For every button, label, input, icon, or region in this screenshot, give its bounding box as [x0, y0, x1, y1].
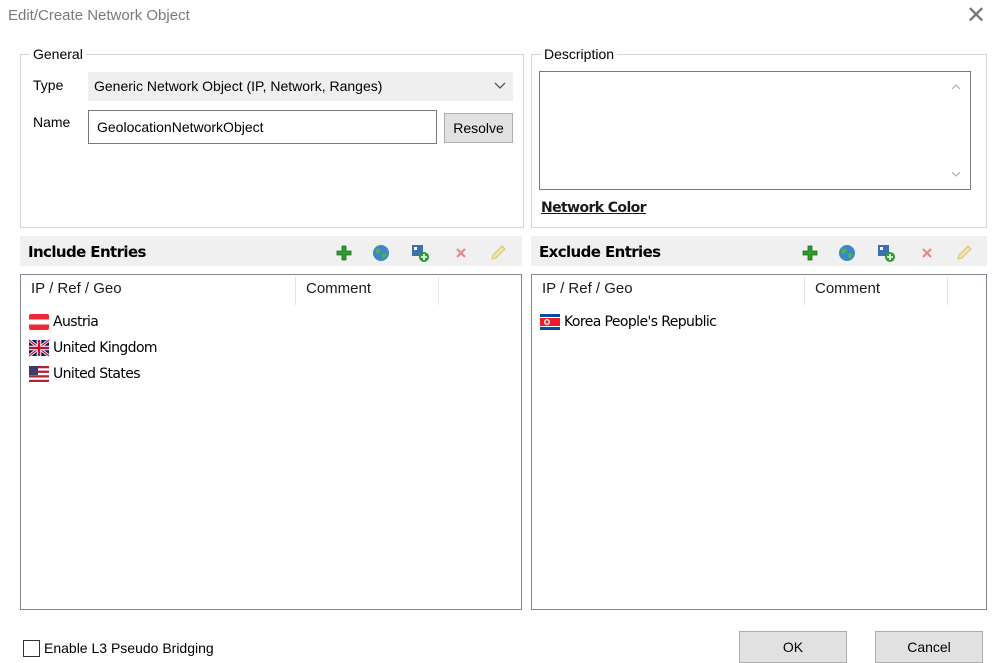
- delete-icon[interactable]: [451, 243, 471, 263]
- chevron-down-icon: [494, 82, 506, 89]
- uk-flag-icon: [28, 338, 50, 358]
- list-item[interactable]: United Kingdom: [28, 337, 158, 359]
- enable-l3-bridging-label[interactable]: Enable L3 Pseudo Bridging: [44, 640, 214, 656]
- add-object-icon[interactable]: [410, 243, 430, 263]
- globe-icon[interactable]: [837, 243, 857, 263]
- scroll-up-icon[interactable]: [951, 82, 961, 92]
- exclude-entries-list[interactable]: IP / Ref / Geo Comment Korea People's Re…: [531, 274, 987, 610]
- add-icon[interactable]: [800, 243, 820, 263]
- north-korea-flag-icon: [540, 314, 560, 330]
- scroll-down-icon[interactable]: [951, 169, 961, 179]
- delete-icon[interactable]: [917, 243, 937, 263]
- type-dropdown-value: Generic Network Object (IP, Network, Ran…: [94, 78, 383, 94]
- list-item-label: United States: [53, 366, 141, 382]
- cancel-button[interactable]: Cancel: [875, 631, 983, 663]
- name-input[interactable]: [89, 111, 436, 143]
- general-legend: General: [30, 46, 86, 62]
- list-item-label: Korea People's Republic: [564, 314, 717, 330]
- add-icon[interactable]: [334, 243, 354, 263]
- title-bar: Edit/Create Network Object ✕: [0, 0, 994, 34]
- list-item[interactable]: Austria: [28, 311, 99, 333]
- list-item[interactable]: Korea People's Republic: [539, 311, 717, 333]
- description-legend: Description: [541, 46, 618, 62]
- name-field[interactable]: [88, 110, 437, 144]
- list-item[interactable]: United States: [28, 363, 141, 385]
- exclude-col-comment[interactable]: Comment: [805, 277, 948, 305]
- close-icon[interactable]: ✕: [963, 3, 989, 29]
- globe-icon[interactable]: [371, 243, 391, 263]
- include-col-comment[interactable]: Comment: [296, 277, 439, 305]
- us-flag-icon: [29, 366, 49, 382]
- exclude-entries-header: Exclude Entries: [531, 236, 987, 266]
- include-col-ip[interactable]: IP / Ref / Geo: [21, 277, 296, 305]
- enable-l3-bridging-checkbox[interactable]: [23, 640, 40, 657]
- type-dropdown[interactable]: Generic Network Object (IP, Network, Ran…: [88, 72, 513, 101]
- window-title: Edit/Create Network Object: [8, 7, 190, 24]
- include-entries-header: Include Entries: [20, 236, 522, 266]
- list-item-label: United Kingdom: [53, 340, 158, 356]
- list-item-label: Austria: [53, 314, 99, 330]
- edit-pencil-icon[interactable]: [954, 243, 974, 263]
- edit-pencil-icon[interactable]: [488, 243, 508, 263]
- name-label: Name: [33, 114, 71, 130]
- network-color-link[interactable]: Network Color: [541, 200, 647, 216]
- exclude-entries-title: Exclude Entries: [539, 243, 661, 261]
- include-entries-list[interactable]: IP / Ref / Geo Comment Austria United Ki…: [20, 274, 522, 610]
- ok-button[interactable]: OK: [739, 631, 847, 663]
- add-object-icon[interactable]: [876, 243, 896, 263]
- resolve-button[interactable]: Resolve: [444, 113, 513, 143]
- austria-flag-icon: [29, 314, 49, 330]
- exclude-col-ip[interactable]: IP / Ref / Geo: [532, 277, 805, 305]
- include-entries-title: Include Entries: [28, 243, 146, 261]
- description-textarea[interactable]: [539, 71, 971, 190]
- type-label: Type: [33, 77, 64, 93]
